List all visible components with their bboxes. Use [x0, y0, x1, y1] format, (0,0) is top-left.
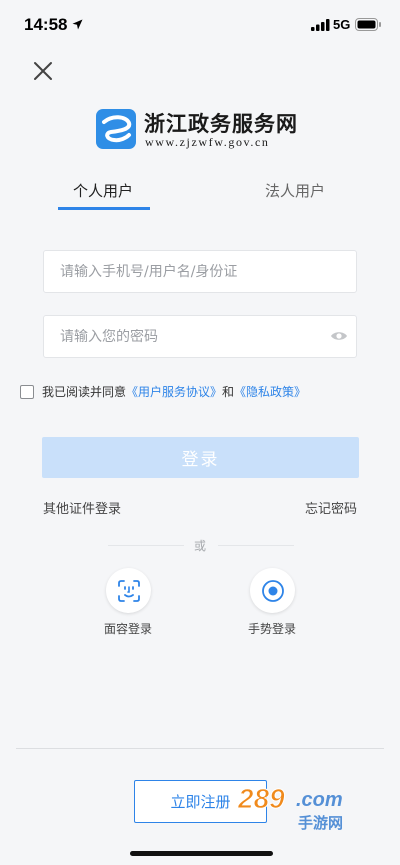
home-indicator [130, 851, 273, 856]
site-title: 浙江政务服务网 [144, 111, 298, 136]
divider-left [108, 545, 184, 546]
289-watermark-logo: 289 .com 手游网 [237, 783, 344, 833]
status-time: 14:58 [24, 15, 68, 34]
face-id-icon [117, 579, 140, 602]
agreement-and: 和 [222, 385, 235, 399]
site-url: www.zjzwfw.gov.cn [145, 135, 270, 149]
user-service-agreement-link[interactable]: 《用户服务协议》 [126, 383, 222, 400]
username-input[interactable] [60, 263, 320, 280]
close-icon [34, 62, 52, 80]
show-password-eye-icon[interactable] [330, 329, 348, 343]
gesture-login-label: 手势登录 [248, 622, 297, 636]
password-input[interactable] [60, 328, 320, 345]
app-logo: 浙江政务服务网 www.zjzwfw.gov.cn [96, 108, 316, 150]
agreement-row: 我已阅读并同意 《用户服务协议》 和 《隐私政策》 [20, 383, 306, 400]
login-button[interactable]: 登录 [42, 437, 359, 478]
face-login-button[interactable] [106, 568, 151, 613]
location-arrow-icon [72, 19, 83, 30]
forgot-password-link[interactable]: 忘记密码 [305, 498, 357, 517]
svg-text:.com: .com [296, 789, 343, 811]
username-field-container [43, 250, 357, 293]
svg-text:289: 289 [237, 783, 285, 814]
network-type: 5G [333, 17, 351, 32]
divider-or-text: 或 [194, 539, 207, 553]
svg-text:手游网: 手游网 [298, 814, 343, 832]
password-field-container [43, 315, 357, 358]
agreement-prefix: 我已阅读并同意 [42, 385, 127, 399]
privacy-policy-link[interactable]: 《隐私政策》 [234, 383, 306, 400]
cellular-signal-icon [311, 19, 330, 31]
tab-personal-user[interactable]: 个人用户 [73, 180, 133, 201]
divider-right [218, 545, 294, 546]
battery-icon [355, 18, 381, 31]
tab-legal-user[interactable]: 法人用户 [265, 180, 325, 201]
agreement-checkbox[interactable] [20, 384, 34, 399]
zhejiang-logo-icon [96, 109, 136, 149]
face-login-label: 面容登录 [104, 622, 153, 636]
close-button[interactable] [30, 58, 56, 84]
bottom-divider [16, 748, 384, 749]
active-tab-indicator [58, 207, 150, 210]
other-id-login-link[interactable]: 其他证件登录 [43, 498, 121, 517]
gesture-icon [261, 579, 284, 602]
status-bar: 14:58 5G [0, 0, 400, 50]
gesture-login-button[interactable] [250, 568, 295, 613]
